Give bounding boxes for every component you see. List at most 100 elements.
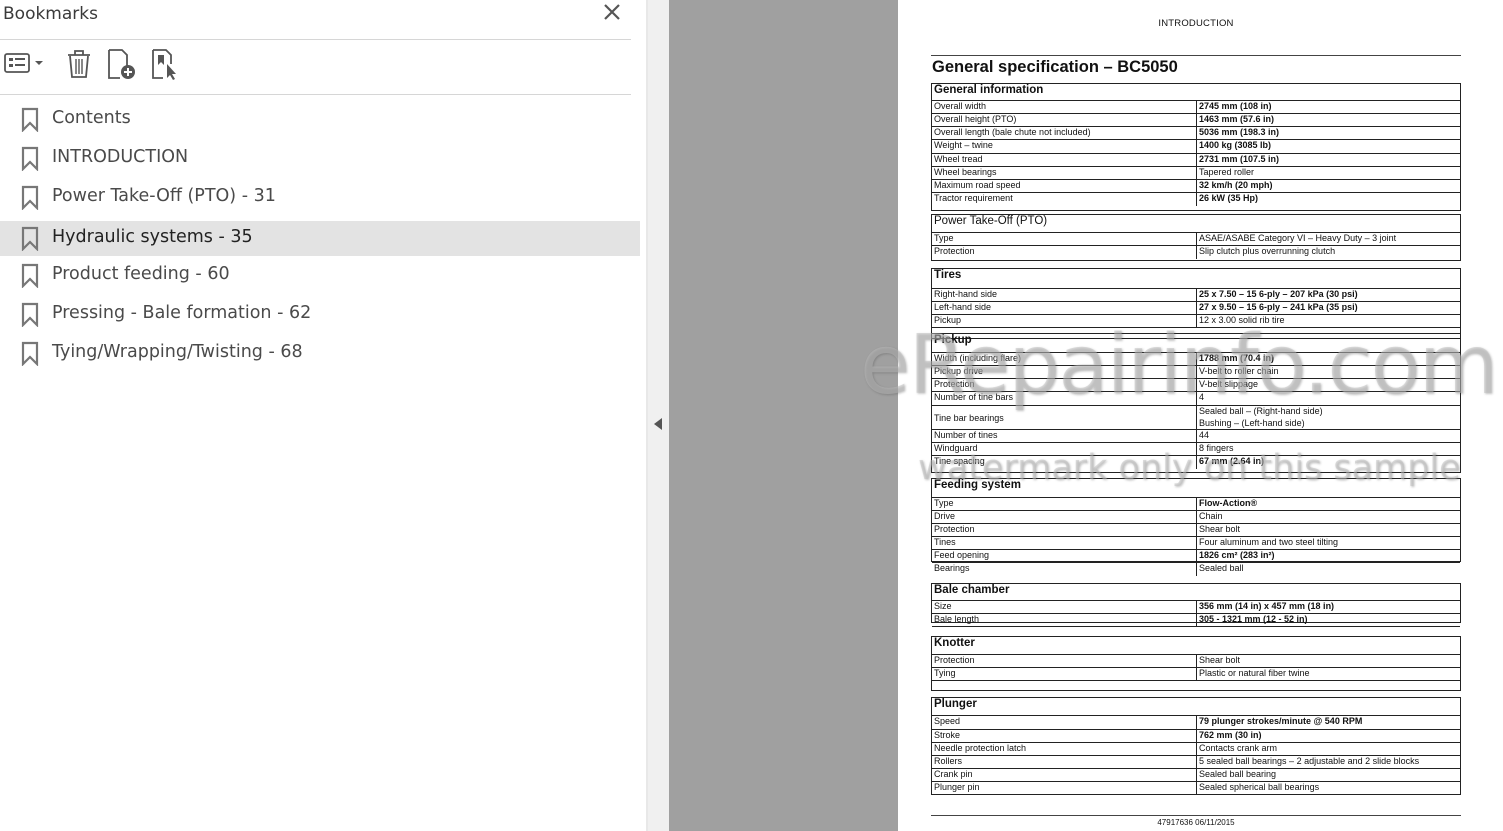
delete-bookmark-button[interactable] xyxy=(64,48,94,84)
spec-label: Protection xyxy=(934,379,975,389)
table-row: Stroke 762 mm (30 in) xyxy=(932,729,1460,743)
bookmark-item-introduction[interactable]: INTRODUCTION xyxy=(0,141,640,176)
bookmark-icon xyxy=(21,146,39,172)
spec-value: Contacts crank arm xyxy=(1199,743,1278,753)
table-row: Needle protection latch Contacts crank ar… xyxy=(932,742,1460,756)
section-heading: Pickup xyxy=(934,334,972,346)
column-divider xyxy=(1196,392,1197,405)
footer-rule xyxy=(931,815,1461,816)
spec-label: Right-hand side xyxy=(934,289,998,299)
spec-value: 5036 mm (198.3 in) xyxy=(1199,127,1280,137)
panel-title: Bookmarks xyxy=(3,4,98,24)
spec-value: 79 plunger strokes/minute @ 540 RPM xyxy=(1199,716,1363,726)
spec-value: 1463 mm (57.6 in) xyxy=(1199,114,1275,124)
spec-label: Protection xyxy=(934,655,975,665)
table-row: Drive Chain xyxy=(932,510,1460,524)
spec-label: Tine bar bearings xyxy=(934,413,1004,423)
column-divider xyxy=(1196,716,1197,729)
spec-label: Feed opening xyxy=(934,550,990,560)
spec-value: Sealed spherical ball bearings xyxy=(1199,782,1320,792)
section-heading: Knotter xyxy=(934,637,975,649)
spec-value: 32 km/h (20 mph) xyxy=(1199,180,1273,190)
spec-value: Sealed ball xyxy=(1199,563,1244,573)
section-heading: Power Take-Off (PTO) xyxy=(934,215,1048,227)
table-row: Bearings Sealed ball xyxy=(932,562,1460,576)
spec-label: Number of tines xyxy=(934,430,998,440)
table-row-empty xyxy=(932,626,1460,627)
spec-value: Chain xyxy=(1199,511,1223,521)
table-row: Left-hand side 27 x 9.50 – 15 6-ply – 241… xyxy=(932,301,1460,315)
document-page: INTRODUCTION General specification – BC5… xyxy=(898,0,1503,831)
bookmark-icon xyxy=(21,226,39,252)
section-heading: Bale chamber xyxy=(934,584,1010,596)
spec-table: General information Overall width 2745 mm … xyxy=(931,83,1461,211)
spec-label: Speed xyxy=(934,716,961,726)
spec-value: Flow-Action® xyxy=(1199,498,1258,508)
table-row: Protection V-belt slippage xyxy=(932,378,1460,392)
bookmark-label: Product feeding - 60 xyxy=(52,264,230,284)
table-row: Number of tines 44 xyxy=(932,429,1460,443)
table-row: Feed opening 1826 cm² (283 in²) xyxy=(932,549,1460,563)
spec-value: 4 xyxy=(1199,392,1205,402)
spec-value: 1788 mm (70.4 in) xyxy=(1199,353,1275,363)
spec-label: Number of tine bars xyxy=(934,392,1014,402)
table-row: Tines Four aluminum and two steel tilting xyxy=(932,536,1460,550)
spec-label: Tying xyxy=(934,668,956,678)
spec-label: Needle protection latch xyxy=(934,743,1027,753)
table-row-empty xyxy=(932,680,1460,681)
spec-value: 27 x 9.50 – 15 6-ply – 241 kPa (35 psi) xyxy=(1199,302,1358,312)
section-heading: General information xyxy=(934,84,1044,96)
table-row: Tying Plastic or natural fiber twine xyxy=(932,667,1460,681)
spec-label: Wheel tread xyxy=(934,154,983,164)
bookmark-item-contents[interactable]: Contents xyxy=(0,102,640,137)
spec-table: Tires Right-hand side 25 x 7.50 – 15 6-ply… xyxy=(931,268,1461,339)
bookmark-item-tying[interactable]: Tying/Wrapping/Twisting - 68 xyxy=(0,336,640,371)
bookmark-item-pto[interactable]: Power Take-Off (PTO) - 31 xyxy=(0,180,640,215)
spec-label: Tractor requirement xyxy=(934,193,1013,203)
spec-table: Plunger Speed 79 plunger strokes/minute @ … xyxy=(931,697,1461,795)
section-heading: Plunger xyxy=(934,698,977,710)
column-divider xyxy=(1196,406,1197,430)
spec-label: Overall length (bale chute not included) xyxy=(934,127,1091,137)
spec-value: Shear bolt xyxy=(1199,655,1241,665)
spec-table: Feeding system Type Flow-Action® Drive Chain… xyxy=(931,478,1461,576)
spec-value: 67 mm (2.64 in) xyxy=(1199,456,1265,466)
spec-label: Type xyxy=(934,498,954,508)
spec-label: Width (including flare) xyxy=(934,353,1022,363)
page-header: INTRODUCTION xyxy=(1158,18,1234,29)
divider xyxy=(0,94,631,95)
bookmark-item-pressing[interactable]: Pressing - Bale formation - 62 xyxy=(0,297,640,332)
bookmark-label: Power Take-Off (PTO) - 31 xyxy=(52,186,276,206)
close-icon[interactable] xyxy=(602,2,622,22)
spec-label: Bale length xyxy=(934,614,980,624)
spec-value: 305 - 1321 mm (12 - 52 in) xyxy=(1199,614,1308,624)
bookmark-item-hydraulic[interactable]: Hydraulic systems - 35 xyxy=(0,221,640,256)
table-row: Crank pin Sealed ball bearing xyxy=(932,768,1460,782)
bookmark-item-product-feeding[interactable]: Product feeding - 60 xyxy=(0,258,640,293)
spec-label: Weight – twine xyxy=(934,140,993,150)
bookmark-label: Hydraulic systems - 35 xyxy=(52,227,253,247)
table-row: Maximum road speed 32 km/h (20 mph) xyxy=(932,179,1460,193)
spec-value: 26 kW (35 Hp) xyxy=(1199,193,1259,203)
table-row: Width (including flare) 1788 mm (70.4 in) xyxy=(932,352,1460,366)
table-row: Protection Shear bolt xyxy=(932,654,1460,668)
bookmark-label: INTRODUCTION xyxy=(52,147,189,167)
divider xyxy=(0,39,631,40)
panel-collapse-handle[interactable] xyxy=(648,0,669,831)
find-current-bookmark-button[interactable] xyxy=(150,48,182,84)
spec-label: Protection xyxy=(934,524,975,534)
column-divider xyxy=(1196,193,1197,206)
options-menu-button[interactable] xyxy=(3,48,47,84)
table-row: Overall width 2745 mm (108 in) xyxy=(932,100,1460,114)
bookmark-icon xyxy=(21,263,39,289)
bookmark-label: Tying/Wrapping/Twisting - 68 xyxy=(52,342,303,362)
table-row: Overall height (PTO) 1463 mm (57.6 in) xyxy=(932,113,1460,127)
spec-table: Power Take-Off (PTO) Type ASAE/ASABE Categ… xyxy=(931,214,1461,261)
spec-value: Plastic or natural fiber twine xyxy=(1199,668,1310,678)
spec-label: Overall width xyxy=(934,101,987,111)
spec-value: Slip clutch plus overrunning clutch xyxy=(1199,246,1336,256)
new-bookmark-button[interactable] xyxy=(106,48,138,84)
spec-label: Plunger pin xyxy=(934,782,980,792)
spec-label: Maximum road speed xyxy=(934,180,1021,190)
document-viewer[interactable]: INTRODUCTION General specification – BC5… xyxy=(669,0,1503,831)
